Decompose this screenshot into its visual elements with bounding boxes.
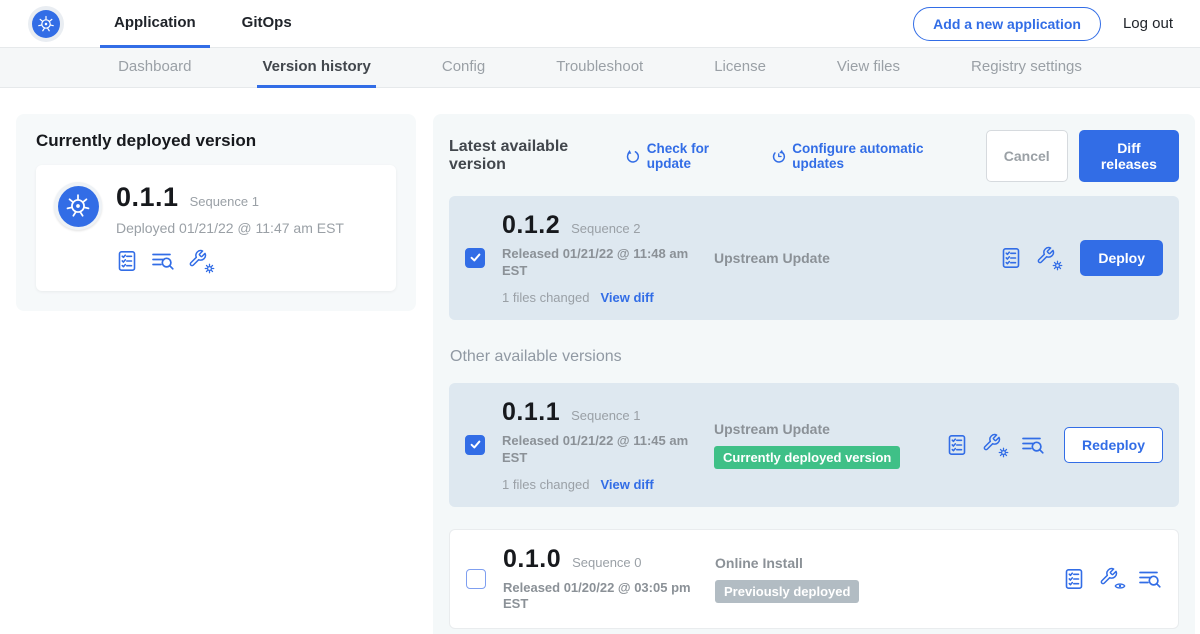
check-for-update-label: Check for update — [647, 141, 747, 171]
checklist-icon[interactable] — [1063, 568, 1085, 590]
wrench-gear-icon[interactable] — [188, 249, 213, 273]
version-checkbox[interactable] — [465, 435, 485, 455]
subnav-view-files[interactable]: View files — [832, 48, 905, 88]
view-diff-link[interactable]: View diff — [600, 477, 653, 492]
top-nav: Application GitOps Add a new application… — [0, 0, 1200, 48]
currently-deployed-title: Currently deployed version — [36, 131, 396, 151]
tab-application-label: Application — [114, 14, 196, 31]
kubernetes-wheel-icon — [58, 186, 99, 227]
deployed-version-box: 0.1.1 Sequence 1 Deployed 01/21/22 @ 11:… — [36, 165, 396, 291]
version-source: Online Install — [715, 555, 947, 571]
check-for-update-link[interactable]: Check for update — [625, 141, 746, 171]
tab-gitops[interactable]: GitOps — [228, 0, 306, 48]
version-history-panel: Latest available version Check for updat… — [433, 114, 1195, 634]
clock-refresh-icon — [771, 148, 786, 165]
version-sequence: Sequence 0 — [572, 555, 641, 570]
released-timestamp: Released 01/21/22 @ 11:45 am EST — [502, 433, 692, 467]
subnav-dashboard[interactable]: Dashboard — [113, 48, 196, 88]
subnav-license[interactable]: License — [709, 48, 771, 88]
lines-magnifier-icon[interactable] — [1138, 568, 1162, 590]
current-version-number: 0.1.1 — [116, 182, 179, 213]
check-icon — [469, 251, 482, 264]
diff-releases-button[interactable]: Diff releases — [1079, 130, 1179, 182]
files-changed: 1 files changed — [502, 290, 589, 305]
version-number: 0.1.2 — [502, 211, 560, 240]
released-timestamp: Released 01/21/22 @ 11:48 am EST — [502, 246, 692, 280]
subnav-registry-settings[interactable]: Registry settings — [966, 48, 1087, 88]
currently-deployed-badge: Currently deployed version — [714, 446, 900, 469]
latest-available-title: Latest available version — [449, 138, 613, 174]
version-checkbox[interactable] — [465, 248, 485, 268]
tab-gitops-label: GitOps — [242, 14, 292, 31]
version-row-0-1-1: 0.1.1 Sequence 1 Released 01/21/22 @ 11:… — [449, 383, 1179, 507]
lines-magnifier-icon[interactable] — [1021, 434, 1045, 456]
kubernetes-wheel-icon — [32, 10, 60, 38]
configure-auto-updates-link[interactable]: Configure automatic updates — [771, 141, 962, 171]
add-application-button[interactable]: Add a new application — [913, 7, 1101, 41]
currently-deployed-card: Currently deployed version 0.1.1 Sequenc… — [16, 114, 416, 311]
refresh-icon — [625, 148, 640, 165]
version-row-0-1-2: 0.1.2 Sequence 2 Released 01/21/22 @ 11:… — [449, 196, 1179, 320]
version-number: 0.1.1 — [502, 398, 560, 427]
current-version-sequence: Sequence 1 — [190, 194, 259, 209]
version-source: Upstream Update — [714, 250, 946, 266]
released-timestamp: Released 01/20/22 @ 03:05 pm EST — [503, 580, 693, 614]
other-versions-title: Other available versions — [450, 348, 1179, 366]
logout-link[interactable]: Log out — [1123, 15, 1173, 32]
app-logo — [54, 182, 102, 230]
app-sub-nav: Dashboard Version history Config Trouble… — [0, 48, 1200, 88]
check-icon — [469, 438, 482, 451]
wrench-gear-icon[interactable] — [982, 433, 1007, 457]
wrench-eye-icon[interactable] — [1099, 567, 1124, 591]
version-sequence: Sequence 2 — [571, 221, 640, 236]
main-content: Currently deployed version 0.1.1 Sequenc… — [0, 88, 1200, 634]
version-number: 0.1.0 — [503, 545, 561, 574]
version-sequence: Sequence 1 — [571, 408, 640, 423]
wrench-gear-icon[interactable] — [1036, 246, 1061, 270]
deployed-timestamp: Deployed 01/21/22 @ 11:47 am EST — [116, 220, 344, 236]
lines-magnifier-icon[interactable] — [151, 250, 175, 272]
view-diff-link[interactable]: View diff — [600, 290, 653, 305]
tab-application[interactable]: Application — [100, 0, 210, 48]
subnav-troubleshoot[interactable]: Troubleshoot — [551, 48, 648, 88]
version-checkbox[interactable] — [466, 569, 486, 589]
deploy-button[interactable]: Deploy — [1080, 240, 1163, 276]
panel-header: Latest available version Check for updat… — [449, 130, 1179, 182]
redeploy-button[interactable]: Redeploy — [1064, 427, 1163, 463]
checklist-icon[interactable] — [1000, 247, 1022, 269]
subnav-version-history[interactable]: Version history — [257, 48, 375, 88]
version-source: Upstream Update — [714, 421, 946, 437]
files-changed: 1 files changed — [502, 477, 589, 492]
configure-auto-updates-label: Configure automatic updates — [792, 141, 962, 171]
subnav-config[interactable]: Config — [437, 48, 490, 88]
kubernetes-logo — [28, 6, 64, 42]
cancel-button[interactable]: Cancel — [986, 130, 1068, 182]
checklist-icon[interactable] — [116, 250, 138, 272]
version-row-0-1-0: 0.1.0 Sequence 0 Released 01/20/22 @ 03:… — [449, 529, 1179, 630]
checklist-icon[interactable] — [946, 434, 968, 456]
previously-deployed-badge: Previously deployed — [715, 580, 859, 603]
